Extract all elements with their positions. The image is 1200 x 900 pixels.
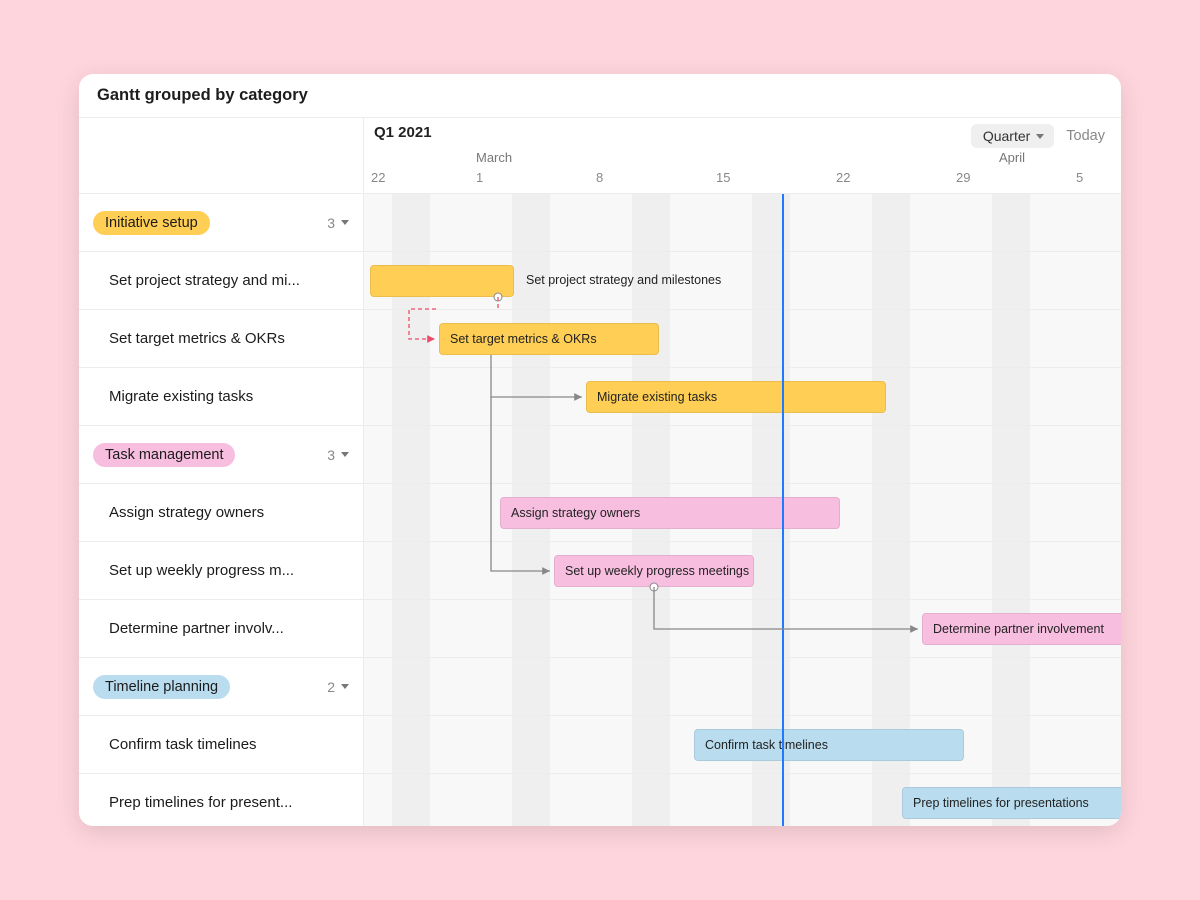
row-divider <box>364 773 1121 774</box>
task-row[interactable]: Assign strategy owners <box>79 484 363 542</box>
gantt-bar[interactable]: Prep timelines for presentations <box>902 787 1121 819</box>
task-row[interactable]: Set up weekly progress m... <box>79 542 363 600</box>
gantt-bar[interactable]: Migrate existing tasks <box>586 381 886 413</box>
row-divider <box>364 541 1121 542</box>
group-pill: Timeline planning <box>93 675 230 699</box>
chevron-down-icon <box>341 452 349 457</box>
gantt-bar[interactable]: Set up weekly progress meetings <box>554 555 754 587</box>
chevron-down-icon <box>341 684 349 689</box>
today-indicator-line <box>782 194 784 826</box>
day-label: 22 <box>371 170 385 185</box>
day-label: 22 <box>836 170 850 185</box>
left-col-header-spacer <box>79 118 364 193</box>
gantt-bar[interactable]: Assign strategy owners <box>500 497 840 529</box>
row-divider <box>364 309 1121 310</box>
row-divider <box>364 251 1121 252</box>
task-row[interactable]: Determine partner involv... <box>79 600 363 658</box>
gantt-body: Initiative setup 3 Set project strategy an… <box>79 194 1121 826</box>
group-count-number: 3 <box>327 447 335 463</box>
page-title: Gantt grouped by category <box>97 86 308 105</box>
timescale-label: Quarter <box>983 128 1030 144</box>
today-button[interactable]: Today <box>1066 128 1105 144</box>
task-list-column: Initiative setup 3 Set project strategy an… <box>79 194 364 826</box>
gantt-bar-label: Set project strategy and milestones <box>526 273 721 287</box>
task-row[interactable]: Prep timelines for present... <box>79 774 363 826</box>
task-row[interactable]: Confirm task timelines <box>79 716 363 774</box>
row-divider <box>364 367 1121 368</box>
group-count[interactable]: 3 <box>327 215 349 231</box>
gantt-bar[interactable]: Confirm task timelines <box>694 729 964 761</box>
task-row[interactable]: Migrate existing tasks <box>79 368 363 426</box>
timeline-header: Q1 2021 Quarter Today MarchApril 2218152… <box>79 118 1121 194</box>
row-divider <box>364 599 1121 600</box>
row-divider <box>364 425 1121 426</box>
group-count-number: 3 <box>327 215 335 231</box>
gantt-bar[interactable] <box>370 265 514 297</box>
chevron-down-icon <box>341 220 349 225</box>
day-label: 8 <box>596 170 603 185</box>
gantt-chart-area[interactable]: Set project strategy and milestones Set t… <box>364 194 1121 826</box>
group-pill: Initiative setup <box>93 211 210 235</box>
day-label: 5 <box>1076 170 1083 185</box>
day-label: 1 <box>476 170 483 185</box>
month-label: March <box>476 150 512 165</box>
group-row[interactable]: Timeline planning 2 <box>79 658 363 716</box>
row-divider <box>364 483 1121 484</box>
timescale-select[interactable]: Quarter <box>971 124 1054 148</box>
day-label: 29 <box>956 170 970 185</box>
month-label: April <box>999 150 1025 165</box>
quarter-label: Q1 2021 <box>374 124 432 141</box>
group-pill: Task management <box>93 443 235 467</box>
row-divider <box>364 715 1121 716</box>
page-title-bar: Gantt grouped by category <box>79 74 1121 118</box>
day-axis: 22 1 8 15 22 29 5 <box>364 170 1121 190</box>
task-row[interactable]: Set project strategy and mi... <box>79 252 363 310</box>
group-row[interactable]: Task management 3 <box>79 426 363 484</box>
group-count-number: 2 <box>327 679 335 695</box>
month-axis: March April <box>364 150 1121 168</box>
gantt-card: Gantt grouped by category Q1 2021 Quarte… <box>79 74 1121 826</box>
group-row[interactable]: Initiative setup 3 <box>79 194 363 252</box>
group-count[interactable]: 3 <box>327 447 349 463</box>
day-label: 15 <box>716 170 730 185</box>
group-count[interactable]: 2 <box>327 679 349 695</box>
chevron-down-icon <box>1036 134 1044 139</box>
weekend-stripe <box>992 194 1030 826</box>
gantt-bar[interactable]: Determine partner involvement <box>922 613 1121 645</box>
task-row[interactable]: Set target metrics & OKRs <box>79 310 363 368</box>
gantt-bar[interactable]: Set target metrics & OKRs <box>439 323 659 355</box>
row-divider <box>364 657 1121 658</box>
